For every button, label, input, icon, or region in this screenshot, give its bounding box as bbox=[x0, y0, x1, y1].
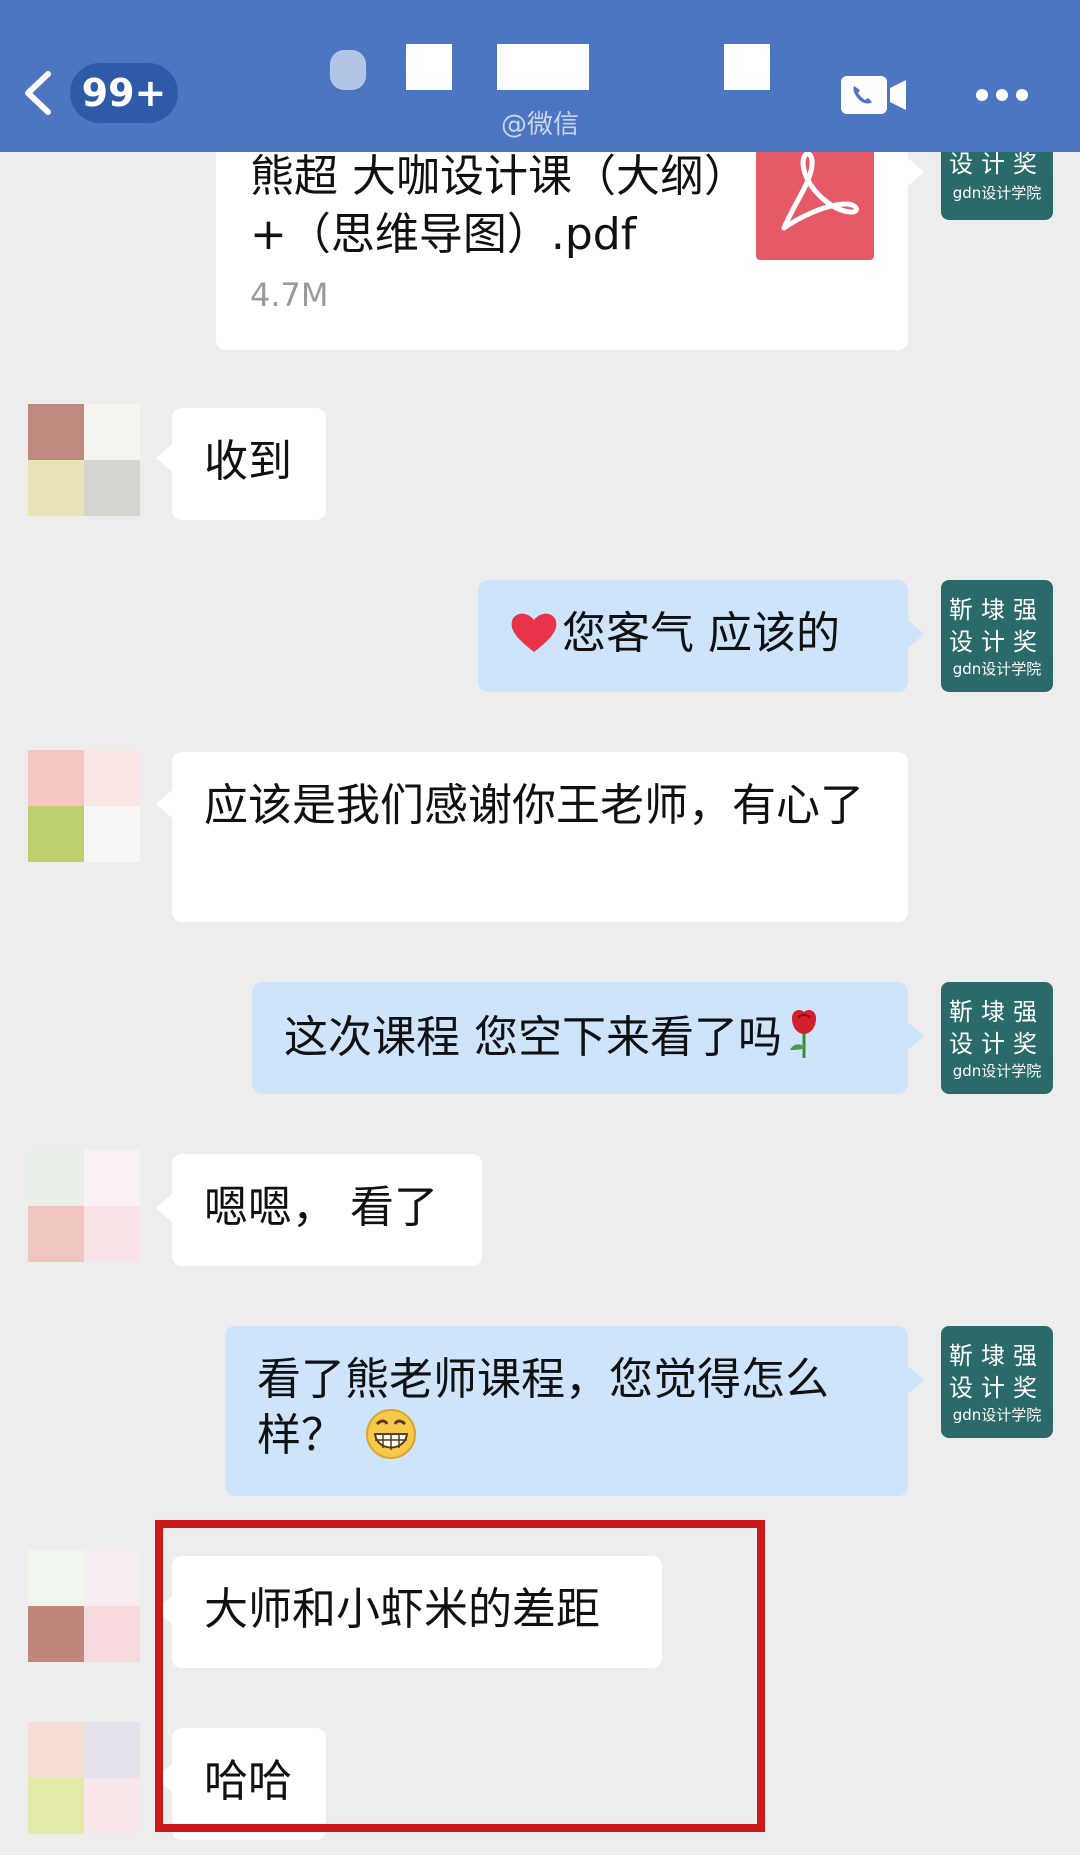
chat-title-redacted bbox=[330, 50, 366, 90]
avatar-text-line1: 靳埭强 bbox=[949, 596, 1045, 624]
avatar-text-line3: gdn设计学院 bbox=[952, 184, 1042, 202]
file-message-card[interactable]: 熊超 大咖设计课（大纲）+（思维导图）.pdf 4.7M bbox=[216, 130, 908, 350]
chat-title-redacted bbox=[497, 44, 589, 90]
chat-area[interactable]: 熊超 大咖设计课（大纲）+（思维导图）.pdf 4.7M 设计奖 gdn设计学院… bbox=[0, 0, 1080, 1855]
message-bubble-received[interactable]: 嗯嗯， 看了 bbox=[172, 1154, 482, 1266]
message-bubble-sent[interactable]: 看了熊老师课程，您觉得怎么样？ bbox=[225, 1326, 908, 1496]
message-text: 这次课程 您空下来看了吗 bbox=[284, 1012, 782, 1063]
message-bubble-received[interactable]: 收到 bbox=[172, 408, 326, 520]
bubble-tail bbox=[908, 1022, 924, 1050]
contact-avatar[interactable] bbox=[28, 750, 140, 862]
bubble-tail bbox=[908, 620, 924, 648]
contact-avatar[interactable] bbox=[28, 1722, 140, 1834]
bubble-tail bbox=[156, 444, 172, 472]
avatar-text-line3: gdn设计学院 bbox=[952, 1406, 1042, 1424]
avatar-text-line3: gdn设计学院 bbox=[952, 1062, 1042, 1080]
avatar-text-line2: 设计奖 bbox=[949, 1374, 1045, 1402]
chat-title-redacted bbox=[724, 44, 770, 90]
my-avatar[interactable]: 靳埭强 设计奖 gdn设计学院 bbox=[941, 580, 1053, 692]
heart-emoji bbox=[511, 613, 557, 652]
message-bubble-sent[interactable]: 您客气 应该的 bbox=[478, 580, 908, 692]
avatar-text-line2: 设计奖 bbox=[949, 1030, 1045, 1058]
message-text: 看了熊老师课程，您觉得怎么样？ bbox=[257, 1354, 829, 1461]
message-text: 应该是我们感谢你王老师，有心了 bbox=[204, 780, 864, 831]
chat-title-redacted bbox=[406, 44, 452, 90]
contact-avatar[interactable] bbox=[28, 1150, 140, 1262]
avatar-text-line3: gdn设计学院 bbox=[952, 660, 1042, 678]
more-icon[interactable] bbox=[975, 88, 1029, 102]
bubble-tail bbox=[156, 790, 172, 818]
message-text: 收到 bbox=[204, 436, 292, 487]
my-avatar[interactable]: 靳埭强 设计奖 gdn设计学院 bbox=[941, 1326, 1053, 1438]
contact-avatar[interactable] bbox=[28, 404, 140, 516]
avatar-text-line1: 靳埭强 bbox=[949, 998, 1045, 1026]
unread-count-badge[interactable]: 99+ bbox=[70, 63, 178, 123]
chat-header: 99+ @微信 bbox=[0, 0, 1080, 152]
bubble-tail bbox=[908, 158, 924, 186]
contact-avatar[interactable] bbox=[28, 1550, 140, 1662]
video-call-icon[interactable] bbox=[840, 74, 908, 116]
rose-emoji bbox=[790, 1010, 816, 1058]
bubble-tail bbox=[156, 1194, 172, 1222]
my-avatar[interactable]: 靳埭强 设计奖 gdn设计学院 bbox=[941, 982, 1053, 1094]
message-text: 嗯嗯， 看了 bbox=[204, 1182, 438, 1233]
grin-emoji bbox=[366, 1409, 416, 1459]
avatar-text-line1: 靳埭强 bbox=[949, 1342, 1045, 1370]
file-name: 熊超 大咖设计课（大纲）+（思维导图）.pdf bbox=[250, 151, 748, 260]
highlight-box bbox=[155, 1520, 765, 1832]
avatar-text-line2: 设计奖 bbox=[949, 628, 1045, 656]
message-bubble-received[interactable]: 应该是我们感谢你王老师，有心了 bbox=[172, 752, 908, 922]
chat-subtitle: @微信 bbox=[500, 110, 579, 140]
file-size: 4.7M bbox=[250, 276, 329, 314]
message-bubble-sent[interactable]: 这次课程 您空下来看了吗 bbox=[252, 982, 908, 1094]
bubble-tail bbox=[908, 1366, 924, 1394]
message-text: 您客气 应该的 bbox=[562, 608, 840, 659]
back-icon[interactable] bbox=[22, 70, 52, 116]
